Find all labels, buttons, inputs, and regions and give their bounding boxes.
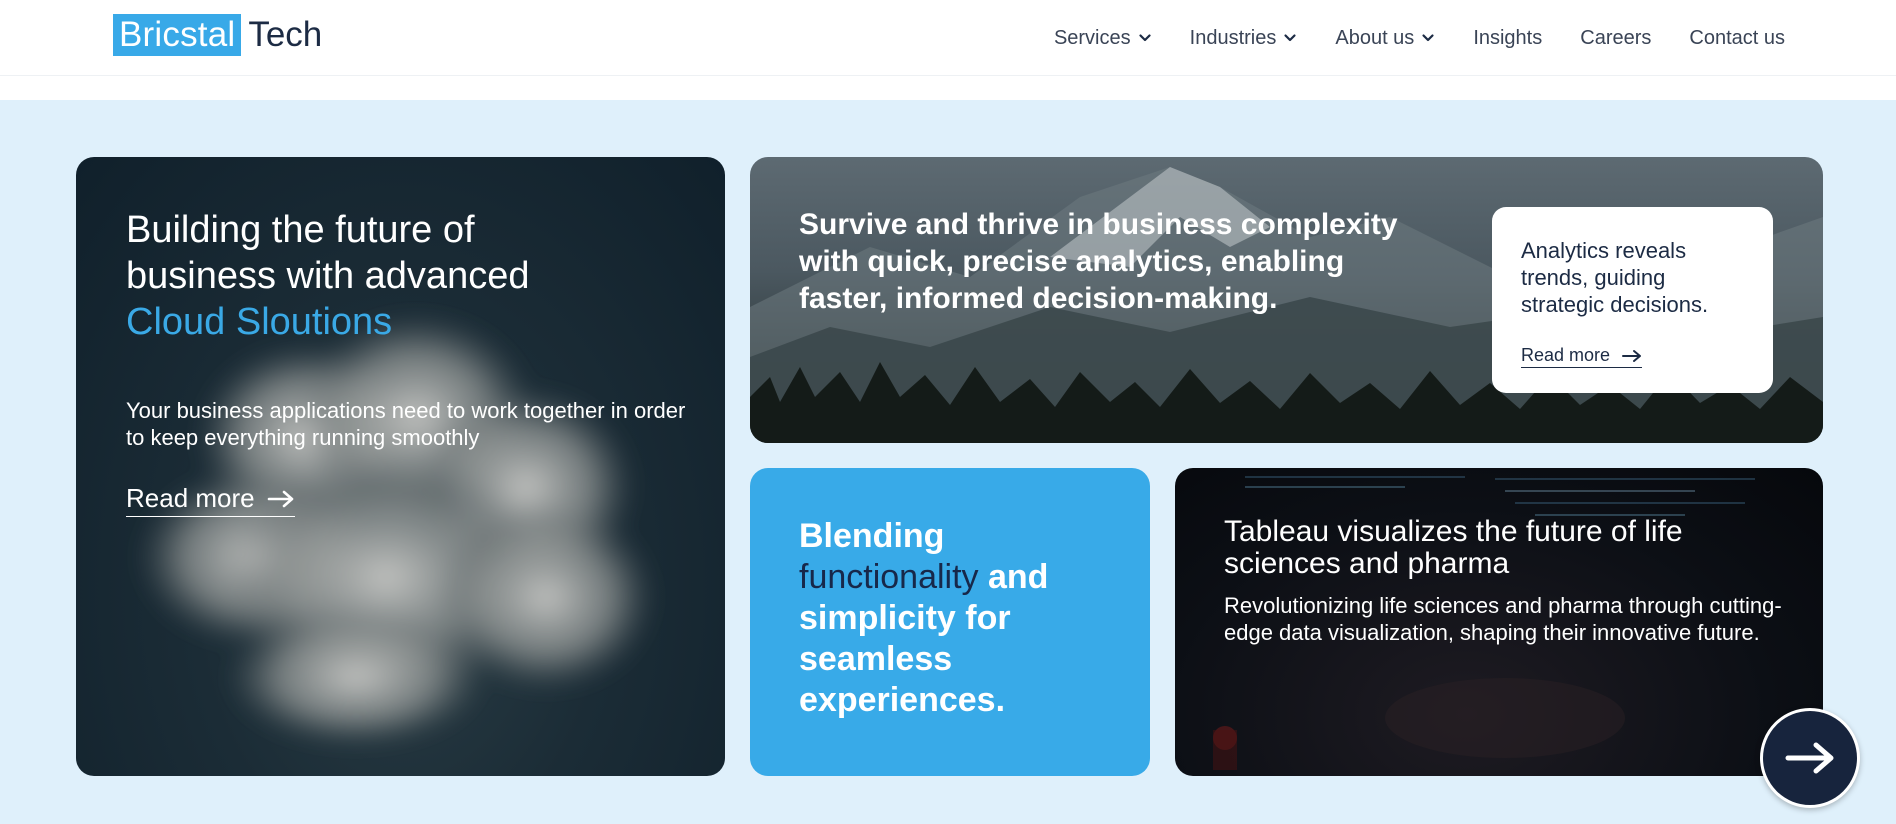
cloud-card-title: Building the future of business with adv… — [126, 207, 646, 345]
arrow-right-icon — [267, 490, 293, 507]
chevron-down-icon — [1422, 34, 1434, 42]
read-more-link[interactable]: Read more — [126, 483, 295, 517]
title-highlight: Cloud Sloutions — [126, 301, 393, 343]
blending-text-part: Blending — [799, 517, 945, 555]
site-header: Bricstal Tech Services Industries About … — [0, 0, 1896, 76]
read-more-label: Read more — [1521, 345, 1611, 365]
nav-item-about-us[interactable]: About us — [1335, 27, 1435, 50]
nav-item-careers[interactable]: Careers — [1580, 27, 1651, 50]
analytics-card-title: Survive and thrive in business complexit… — [799, 208, 1398, 315]
blending-highlight: functionality — [799, 558, 979, 596]
title-line: Building the future of — [126, 209, 475, 251]
nav-item-industries[interactable]: Industries — [1190, 27, 1298, 50]
logo[interactable]: Bricstal Tech — [113, 14, 322, 56]
nav-item-services[interactable]: Services — [1054, 27, 1152, 50]
arrow-right-icon — [1785, 742, 1834, 774]
logo-highlight: Bricstal — [113, 14, 242, 56]
nav-item-label: Contact us — [1689, 26, 1785, 49]
tableau-card-title: Tableau visualizes the future of life sc… — [1224, 515, 1683, 580]
nav-item-contact-us[interactable]: Contact us — [1689, 27, 1785, 50]
nav-item-label: Careers — [1580, 26, 1652, 49]
cloud-card-subtitle: Your business applications need to work … — [126, 398, 686, 450]
cloud-solutions-card[interactable]: Building the future of business with adv… — [76, 157, 725, 776]
hero-section: Building the future of business with adv… — [0, 100, 1896, 824]
chevron-down-icon — [1139, 34, 1151, 42]
analytics-summary-box: Analytics reveals trends, guiding strate… — [1492, 207, 1773, 393]
title-line: business with advanced — [126, 255, 530, 297]
arrow-right-icon — [1622, 349, 1642, 362]
nav-item-label: Industries — [1189, 26, 1277, 49]
analytics-card[interactable]: Survive and thrive in business complexit… — [750, 157, 1823, 443]
blending-card-text: Blending functionality and simplicity fo… — [799, 516, 1119, 721]
nav-item-label: Insights — [1473, 26, 1543, 49]
analytics-summary-text: Analytics reveals trends, guiding strate… — [1521, 238, 1709, 317]
nav-item-label: Services — [1053, 26, 1131, 49]
next-slide-button[interactable] — [1760, 708, 1860, 808]
nav-item-insights[interactable]: Insights — [1473, 27, 1542, 50]
nav-item-label: About us — [1335, 26, 1415, 49]
logo-text: Tech — [248, 15, 323, 54]
read-more-link[interactable]: Read more — [1521, 345, 1643, 368]
main-nav: Services Industries About us Insights Ca… — [1054, 22, 1785, 54]
read-more-label: Read more — [126, 483, 255, 513]
tableau-card[interactable]: Tableau visualizes the future of life sc… — [1175, 468, 1823, 776]
blending-card[interactable]: Blending functionality and simplicity fo… — [750, 468, 1150, 776]
tableau-card-subtitle: Revolutionizing life sciences and pharma… — [1224, 593, 1782, 645]
chevron-down-icon — [1284, 34, 1296, 42]
